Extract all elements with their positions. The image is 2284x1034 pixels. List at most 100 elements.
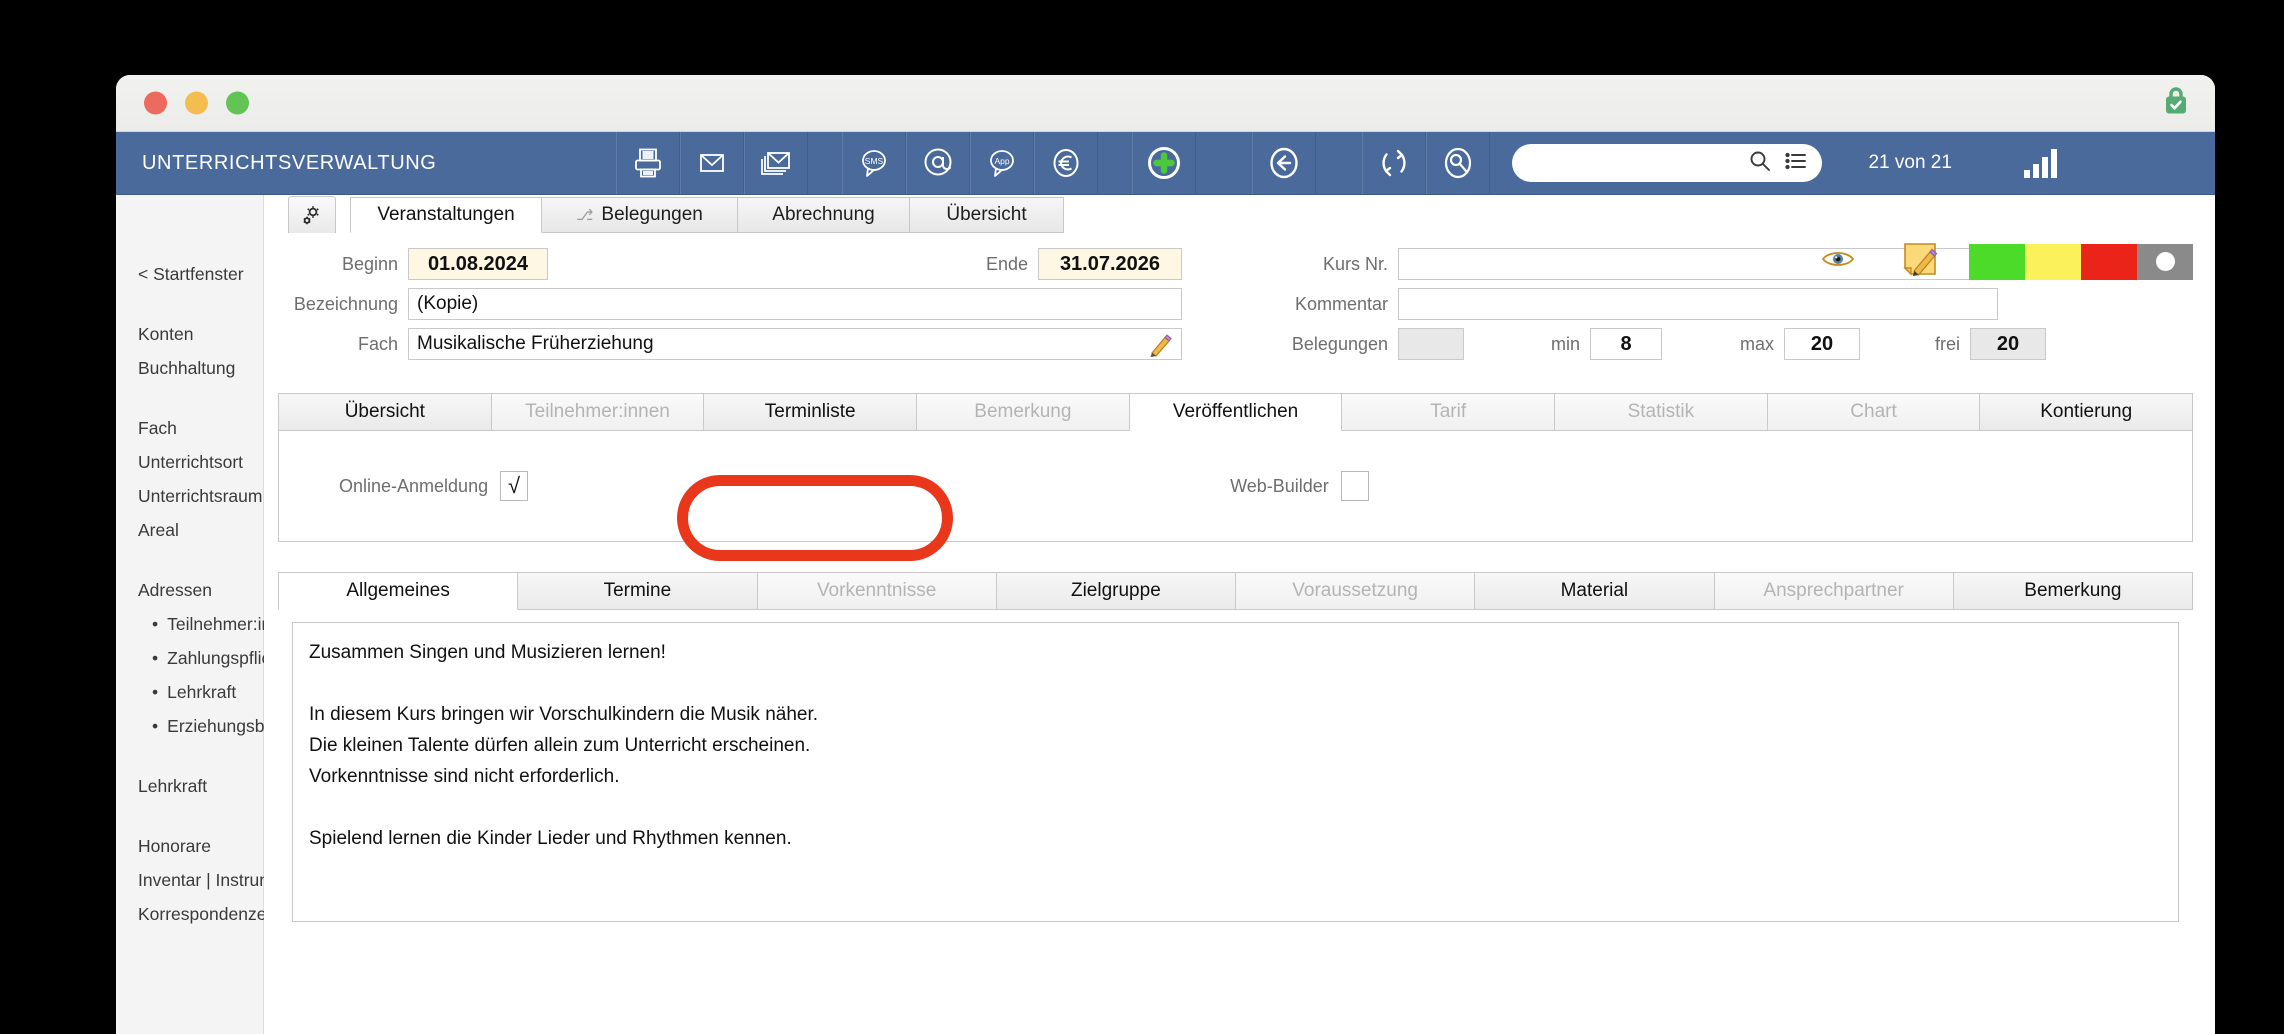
sidebar-item-unterrichtsort[interactable]: Unterrichtsort [138,445,263,479]
sidebar-item-inventar[interactable]: Inventar | Instrum. [138,863,279,897]
tab-label: Bemerkung [974,401,1072,422]
toolbar-new-group [1132,132,1197,194]
tab-uebersicht[interactable]: Übersicht [278,393,492,431]
fach-field[interactable]: Musikalische Früherziehung [408,328,1182,360]
subtab-ansprechpartner[interactable]: Ansprechpartner [1714,572,1954,610]
search-person-icon[interactable] [1426,132,1491,194]
subtab-label: Zielgruppe [1070,580,1161,601]
tab-label: Chart [1850,401,1897,422]
beginn-field[interactable]: 01.08.2024 [408,248,548,280]
app-window: UNTERRICHTSVERWALTUNG SMS App 21 von 21 … [116,75,2215,1034]
belegungen-label: Belegungen [1291,333,1388,354]
refresh-icon[interactable] [1362,132,1427,194]
tab-tarif[interactable]: Tarif [1342,393,1556,431]
close-button[interactable] [144,91,167,115]
pencil-icon[interactable] [1147,332,1173,364]
subtab-material[interactable]: Material [1475,572,1715,610]
publish-panel: Online-Anmeldung √ Web-Builder [278,431,2193,542]
tab-terminliste[interactable]: Terminliste [704,393,918,431]
web-builder-checkbox[interactable] [1340,471,1369,501]
sidebar-item-zahlungspflichtiger[interactable]: Zahlungspflichtige:r [138,641,319,675]
ende-field[interactable]: 31.07.2026 [1038,248,1182,280]
sidebar-item-buchhaltung[interactable]: Buchhaltung [138,351,263,385]
status-light-green[interactable] [1969,243,2025,280]
subtab-termine[interactable]: Termine [518,572,758,610]
sidebar-item-unterrichtsraum[interactable]: Unterrichtsraum [138,479,263,513]
subtab-allgemeines[interactable]: Allgemeines [278,572,519,610]
sidebar-item-konten[interactable]: Konten [138,317,263,351]
subtab-label: Bemerkung [2024,580,2122,601]
euro-icon[interactable] [1034,132,1099,194]
window-controls [144,91,249,115]
search-box[interactable] [1512,144,1823,182]
tab-label: Statistik [1627,401,1695,422]
tab-statistik[interactable]: Statistik [1555,393,1768,431]
max-field[interactable]: 20 [1784,328,1860,360]
sidebar-item-areal[interactable]: Areal [138,513,263,547]
at-sign-icon[interactable] [906,132,971,194]
tab-kontierung[interactable]: Kontierung [1980,393,2194,431]
form-tab-veranstaltungen[interactable]: Veranstaltungen [350,197,542,233]
tab-label: Kontierung [2040,401,2133,422]
status-light-red[interactable] [2081,243,2137,280]
minimize-button[interactable] [185,91,208,115]
form-tab-label: Veranstaltungen [377,204,515,225]
tab-teilnehmerinnen[interactable]: Teilnehmer:innen [491,393,705,431]
description-textarea[interactable]: Zusammen Singen und Musizieren lernen! I… [292,622,2179,922]
belegungen-field [1398,328,1464,360]
frei-field: 20 [1970,328,2046,360]
header-row-bezeichnung: Bezeichnung (Kopie) Kommentar [278,287,2193,321]
form-tab-uebersicht[interactable]: Übersicht [910,197,1064,233]
zoom-button[interactable] [226,91,249,115]
subtab-zielgruppe[interactable]: Zielgruppe [996,572,1236,610]
status-light-none[interactable] [2137,243,2193,280]
form-tab-belegungen[interactable]: ⎇ Belegungen [542,197,738,233]
sidebar-item-teilnehmerin[interactable]: Teilnehmer:in [138,607,271,641]
max-label: max [1739,333,1774,354]
web-builder-group: Web-Builder [1230,471,1369,501]
sidebar-item-erziehungsber[interactable]: Erziehungsber. [138,709,284,743]
sidebar-item-startfenster[interactable]: < Startfenster [138,257,263,291]
online-anmeldung-checkbox[interactable]: √ [500,471,529,501]
subtab-arrow-icon: ⎇ [576,207,594,224]
sms-bubble-icon[interactable]: SMS [842,132,907,194]
min-field[interactable]: 8 [1590,328,1662,360]
tab-chart[interactable]: Chart [1767,393,1981,431]
subtab-voraussetzung[interactable]: Voraussetzung [1236,572,1476,610]
sub-tab-bar: Allgemeines Termine Vorkenntnisse Zielgr… [278,572,2193,610]
toolbar-nav-group [1252,132,1317,194]
bezeichnung-field[interactable]: (Kopie) [408,288,1182,320]
subtab-label: Termine [603,580,672,601]
tab-bemerkung[interactable]: Bemerkung [917,393,1130,431]
publish-options-row: Online-Anmeldung √ Web-Builder [279,431,2192,541]
app-body: < Startfenster Konten Buchhaltung Fach U… [116,195,2215,1034]
mail-icon[interactable] [680,132,745,194]
mail-serial-icon[interactable] [744,132,809,194]
gear-icon[interactable] [288,196,336,233]
form-tab-bar: Veranstaltungen ⎇ Belegungen Abrechnung … [278,195,2193,233]
status-light-yellow[interactable] [2025,243,2081,280]
sidebar-item-korrespondenzen[interactable]: Korrespondenzen [138,897,276,931]
subtab-vorkenntnisse[interactable]: Vorkenntnisse [757,572,997,610]
frei-label: frei [1934,333,1960,354]
form-tab-abrechnung[interactable]: Abrechnung [738,197,910,233]
sidebar-item-adressen[interactable]: Adressen [138,573,263,607]
sidebar-item-lehrkraft-sub[interactable]: Lehrkraft [138,675,263,709]
kommentar-field[interactable] [1398,288,1998,320]
list-icon[interactable] [1784,149,1808,178]
fach-value: Musikalische Früherziehung [417,333,654,354]
bar-chart-icon[interactable] [2020,146,2060,180]
subtab-bemerkung[interactable]: Bemerkung [1953,572,2193,610]
note-edit-icon[interactable] [1901,241,1939,282]
eye-icon[interactable] [1821,248,1855,275]
plus-circle-icon[interactable] [1132,132,1197,194]
tab-veroeffentlichen[interactable]: Veröffentlichen [1129,393,1343,431]
sidebar-item-honorare[interactable]: Honorare [138,829,263,863]
sidebar-item-lehrkraft[interactable]: Lehrkraft [138,769,263,803]
back-arrow-icon[interactable] [1252,132,1317,194]
tab-label: Teilnehmer:innen [525,401,670,422]
printer-icon[interactable] [616,132,681,194]
app-bubble-icon[interactable]: App [970,132,1035,194]
sidebar-item-fach[interactable]: Fach [138,411,263,445]
beginn-label: Beginn [341,253,398,274]
